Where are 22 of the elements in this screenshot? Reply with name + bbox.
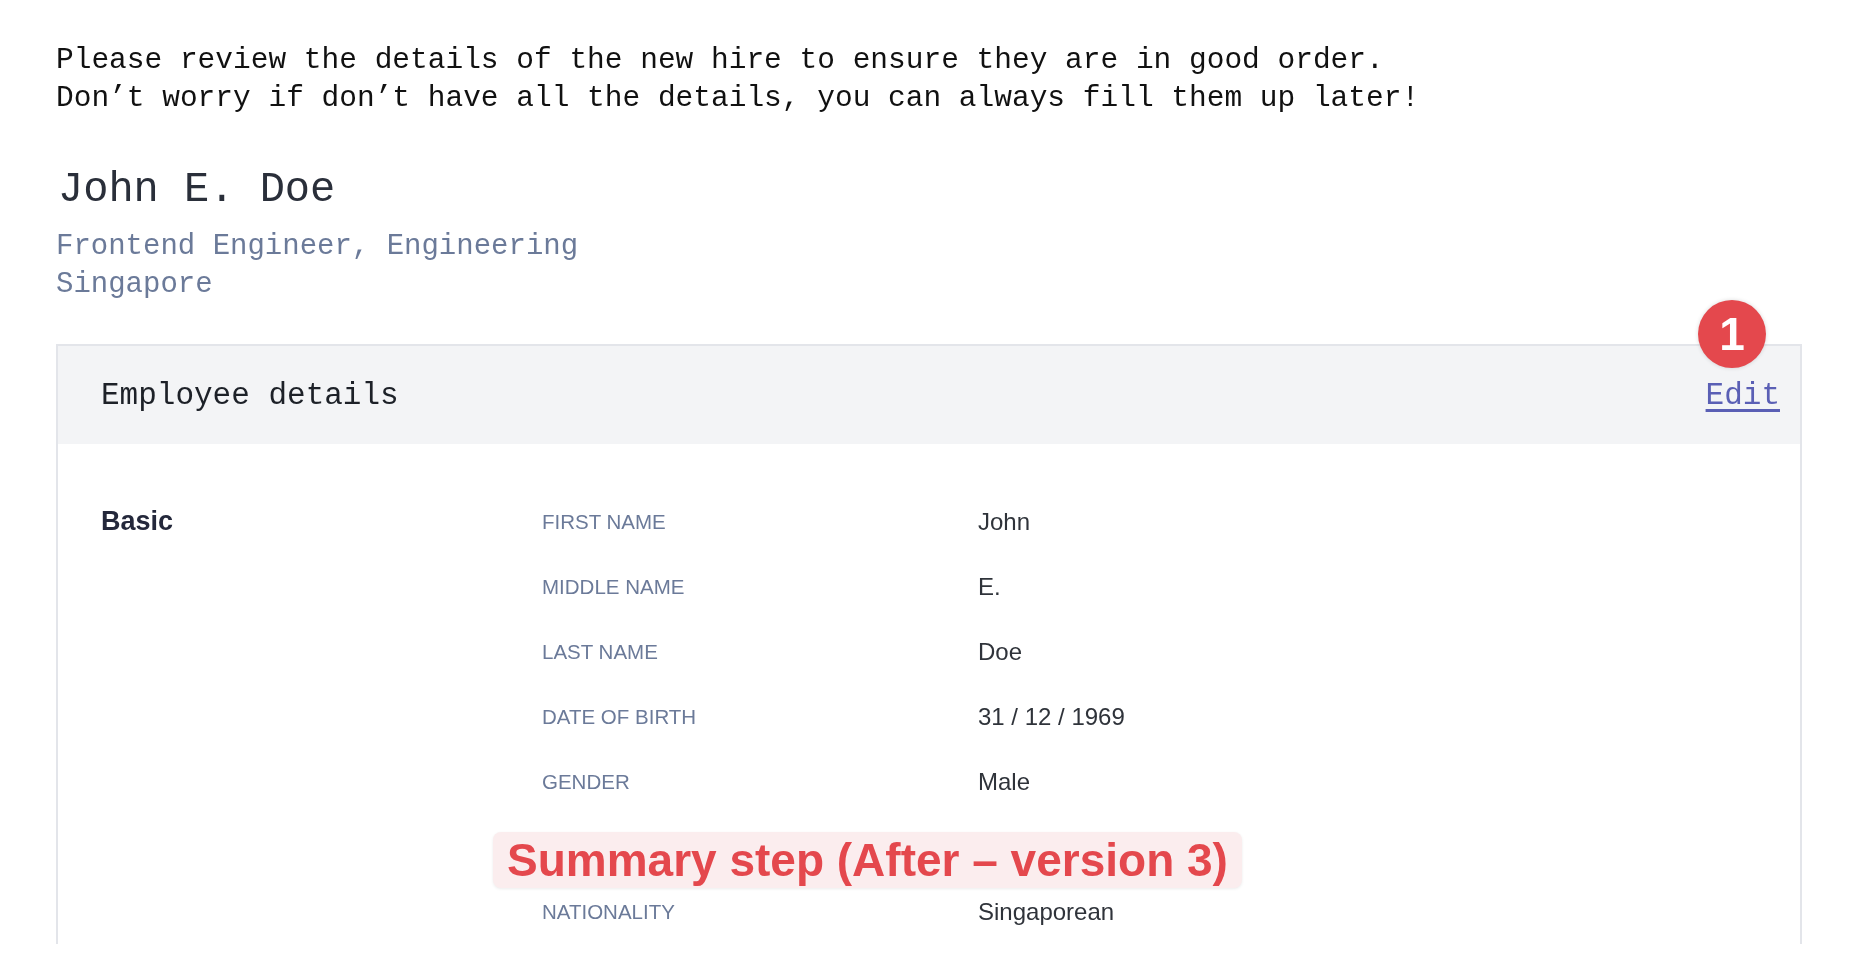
field-value: Singaporean xyxy=(978,897,1116,926)
step-badge: 1 xyxy=(1698,300,1766,368)
intro-text: Don’t worry if don’t have all the details, you can always fill them up later! xyxy=(56,80,1420,117)
field-value: Doe xyxy=(978,637,1024,666)
field-value: Male xyxy=(978,767,1032,796)
field-value: 31 / 12 / 1969 xyxy=(978,702,1126,731)
field-label: MIDDLE NAME xyxy=(542,574,686,599)
field-value: John xyxy=(978,507,1032,536)
card-title: Employee details xyxy=(101,377,399,413)
field-label: GENDER xyxy=(542,769,631,794)
section-title: Basic xyxy=(101,506,175,537)
field-label: DATE OF BIRTH xyxy=(542,704,698,729)
employee-role: Frontend Engineer, Engineering xyxy=(56,229,579,265)
employee-location: Singapore xyxy=(56,267,213,303)
employee-name: John E. Doe xyxy=(58,165,336,216)
annotation-caption: Summary step (After – version 3) xyxy=(493,832,1242,888)
intro-text: Please review the details of the new hire to ensure they are in good order. xyxy=(56,42,1384,79)
field-label: FIRST NAME xyxy=(542,509,667,534)
field-label: NATIONALITY xyxy=(542,899,676,924)
edit-link[interactable]: Edit xyxy=(1705,377,1780,413)
field-value: E. xyxy=(978,572,1002,601)
field-label: LAST NAME xyxy=(542,639,659,664)
